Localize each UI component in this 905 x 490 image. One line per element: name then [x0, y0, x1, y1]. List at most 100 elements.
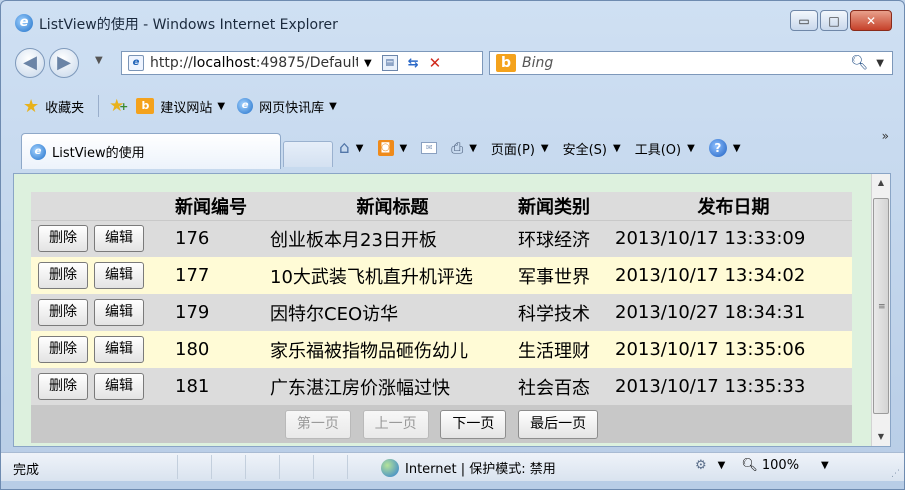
web-slice-gallery-link[interactable]: 网页快讯库: [259, 97, 324, 116]
scroll-down-arrow-icon[interactable]: ▼: [872, 428, 890, 446]
tools-menu-label: 工具(O): [634, 142, 682, 158]
row-actions: 删除 编辑: [31, 294, 172, 331]
tab-label: ListView的使用: [52, 146, 145, 161]
delete-button[interactable]: 删除: [38, 336, 88, 363]
edit-button[interactable]: 编辑: [94, 373, 144, 400]
zoom-level[interactable]: 100%: [762, 458, 799, 473]
table-row: 删除 编辑 176 创业板本月23日开板 环球经济 2013/10/17 13:3…: [31, 220, 852, 257]
suggested-sites-link[interactable]: 建议网站: [160, 97, 212, 116]
url-host: localhost: [192, 55, 256, 71]
forward-button[interactable]: ▶: [49, 48, 79, 78]
safety-menu[interactable]: 安全(S) ▼: [563, 139, 621, 158]
delete-button[interactable]: 删除: [38, 262, 88, 289]
first-page-button[interactable]: 第一页: [284, 409, 351, 439]
scroll-thumb[interactable]: ≡: [873, 198, 889, 414]
edit-button[interactable]: 编辑: [94, 336, 144, 363]
scroll-grip-icon: ≡: [878, 302, 886, 312]
page-menu[interactable]: 页面(P) ▼: [491, 139, 549, 158]
new-tab-button[interactable]: [283, 141, 333, 167]
vertical-scrollbar[interactable]: ▲ ≡ ▼: [871, 174, 890, 446]
maximize-button[interactable]: □: [820, 10, 848, 31]
help-menu[interactable]: ? ▼: [708, 139, 741, 157]
search-box[interactable]: b Bing 🔍︎ ▼: [489, 51, 893, 75]
minimize-button[interactable]: ▭: [790, 10, 818, 31]
read-mail-button[interactable]: ✉: [421, 142, 438, 154]
stop-icon[interactable]: ✕: [429, 54, 442, 72]
page-menu-label: 页面(P): [490, 142, 535, 158]
chevron-down-icon[interactable]: ▼: [329, 101, 337, 112]
tab-page-icon: e: [30, 143, 46, 160]
rss-feed-icon: ◙: [377, 140, 394, 156]
minimize-icon: ▭: [798, 13, 810, 28]
printer-icon: ⎙: [451, 139, 464, 157]
home-button[interactable]: ⌂ ▼: [339, 138, 364, 158]
home-icon: ⌂: [339, 138, 350, 158]
edit-button[interactable]: 编辑: [94, 262, 144, 289]
delete-button[interactable]: 删除: [38, 299, 88, 326]
search-options-dropdown-icon[interactable]: ▼: [876, 58, 884, 69]
status-text: 完成: [13, 463, 40, 478]
maximize-icon: □: [828, 13, 840, 28]
chevron-down-icon: ▼: [613, 142, 621, 154]
row-actions: 删除 编辑: [31, 368, 172, 405]
chevron-down-icon[interactable]: ▼: [400, 143, 408, 154]
chevron-down-icon[interactable]: ▼: [356, 143, 364, 154]
chevron-down-icon: ▼: [732, 142, 741, 154]
prev-page-button[interactable]: 上一页: [362, 409, 429, 439]
next-page-button[interactable]: 下一页: [440, 409, 507, 439]
feeds-button[interactable]: ◙ ▼: [377, 140, 408, 156]
news-title-cell: 广东湛江房价涨幅过快: [267, 368, 515, 405]
url-input[interactable]: http://localhost:49875/Default: [150, 55, 358, 71]
address-dropdown-icon[interactable]: ▼: [364, 58, 372, 69]
refresh-icon[interactable]: ⇆: [408, 56, 419, 71]
chevron-down-icon[interactable]: ▼: [821, 460, 829, 471]
header-news-title: 新闻标题: [267, 192, 515, 221]
protected-mode-icon[interactable]: ⚙: [695, 458, 707, 473]
more-commands-chevron-icon[interactable]: »: [882, 129, 889, 143]
chevron-down-icon: ▼: [540, 142, 549, 154]
chevron-down-icon[interactable]: ▼: [469, 143, 477, 154]
listview-header-row: 新闻编号 新闻标题 新闻类别 发布日期: [31, 192, 852, 221]
address-bar[interactable]: e http://localhost:49875/Default ▼ ▤ ⇆ ✕: [121, 51, 483, 75]
web-slice-gallery-icon: e: [237, 98, 254, 114]
chevron-down-icon[interactable]: ▼: [718, 460, 726, 471]
search-input[interactable]: Bing: [522, 55, 851, 71]
edit-button[interactable]: 编辑: [94, 299, 144, 326]
news-id-cell: 179: [172, 294, 267, 331]
history-dropdown-icon[interactable]: ▼: [95, 55, 103, 66]
header-news-id: 新闻编号: [172, 192, 267, 221]
add-to-favorites-icon[interactable]: ★: [109, 96, 129, 116]
back-button[interactable]: ◀: [15, 48, 45, 78]
security-zone[interactable]: Internet | 保护模式: 禁用: [381, 458, 556, 477]
pager: 第一页 上一页 下一页 最后一页: [31, 405, 852, 443]
chevron-down-icon[interactable]: ▼: [217, 101, 225, 112]
news-id-cell: 181: [172, 368, 267, 405]
resize-grip-icon[interactable]: ⋰: [891, 469, 900, 479]
close-icon: ✕: [865, 13, 877, 28]
help-icon: ?: [708, 139, 727, 157]
delete-button[interactable]: 删除: [38, 225, 88, 253]
suggested-sites-icon: b: [136, 98, 155, 114]
tools-menu[interactable]: 工具(O) ▼: [635, 139, 695, 158]
delete-button[interactable]: 删除: [38, 373, 88, 400]
page-content: 新闻编号 新闻标题 新闻类别 发布日期 删除 编辑 176 创业板本月23日开板 …: [13, 173, 891, 447]
security-zone-label: Internet | 保护模式: 禁用: [405, 462, 556, 477]
publish-date-cell: 2013/10/17 13:35:06: [612, 331, 852, 368]
scroll-up-arrow-icon[interactable]: ▲: [872, 174, 890, 192]
news-category-cell: 环球经济: [515, 220, 612, 257]
status-panel: [279, 455, 313, 479]
forward-arrow-icon: ▶: [57, 52, 71, 73]
favorites-button[interactable]: 收藏夹: [45, 97, 84, 116]
tab-row: e ListView的使用 ⌂ ▼ ◙ ▼ ✉ ⎙ ▼ 页面(P) ▼ 安全(S…: [9, 127, 897, 169]
favorites-star-icon[interactable]: ★: [23, 96, 39, 117]
close-button[interactable]: ✕: [850, 10, 892, 31]
print-button[interactable]: ⎙ ▼: [451, 139, 477, 157]
tab-listview[interactable]: e ListView的使用: [21, 133, 281, 169]
search-icon[interactable]: 🔍︎: [851, 55, 869, 71]
compatibility-view-icon[interactable]: ▤: [381, 55, 398, 71]
table-row: 删除 编辑 181 广东湛江房价涨幅过快 社会百态 2013/10/17 13:3…: [31, 368, 852, 405]
last-page-button[interactable]: 最后一页: [518, 409, 599, 439]
edit-button[interactable]: 编辑: [94, 225, 144, 253]
publish-date-cell: 2013/10/17 13:34:02: [612, 257, 852, 294]
zoom-magnifier-icon[interactable]: 🔍︎: [741, 458, 758, 473]
